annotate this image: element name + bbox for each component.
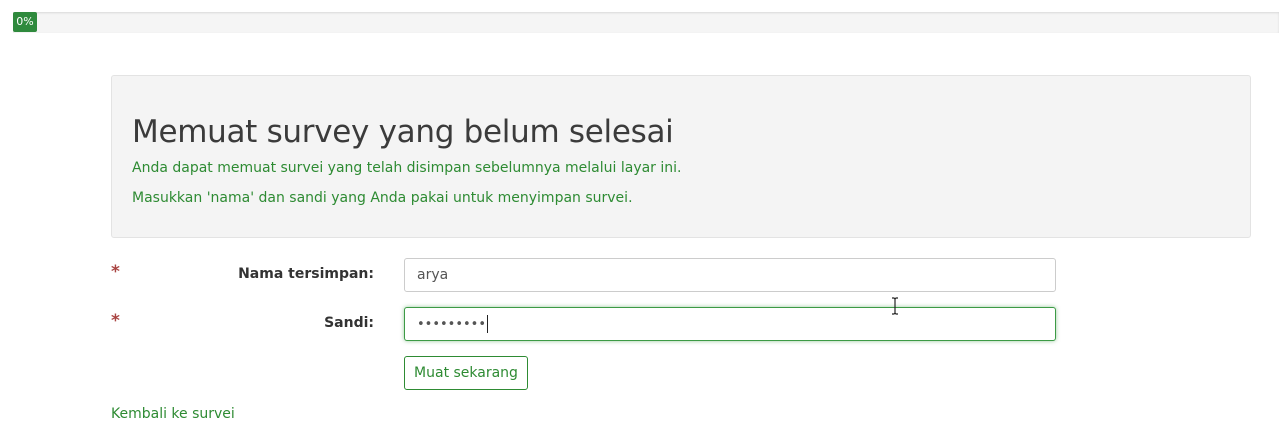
page-title: Memuat survey yang belum selesai bbox=[132, 114, 674, 150]
saved-name-input[interactable]: arya bbox=[404, 258, 1056, 292]
required-marker-password: * bbox=[111, 311, 120, 331]
password-input[interactable]: ••••••••• bbox=[404, 307, 1056, 341]
progress-track: 0% bbox=[13, 12, 1279, 33]
progress-bar: 0% bbox=[13, 12, 37, 32]
saved-name-value: arya bbox=[417, 267, 449, 283]
back-to-survey-link[interactable]: Kembali ke survei bbox=[111, 406, 235, 422]
intro-panel: Memuat survey yang belum selesai Anda da… bbox=[111, 75, 1251, 238]
text-cursor-icon bbox=[892, 297, 898, 315]
required-marker-name: * bbox=[111, 262, 120, 282]
saved-name-label: Nama tersimpan: bbox=[238, 266, 374, 282]
password-value: ••••••••• bbox=[417, 317, 487, 332]
text-caret bbox=[487, 315, 489, 333]
intro-text-2: Masukkan 'nama' dan sandi yang Anda paka… bbox=[132, 190, 633, 206]
load-now-button[interactable]: Muat sekarang bbox=[404, 356, 528, 390]
password-label: Sandi: bbox=[324, 315, 374, 331]
intro-text-1: Anda dapat memuat survei yang telah disi… bbox=[132, 160, 682, 176]
